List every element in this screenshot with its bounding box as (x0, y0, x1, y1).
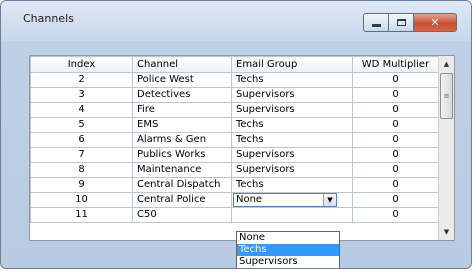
table-row[interactable]: 5 EMS Techs 0 (30, 117, 438, 133)
cell-index[interactable]: 6 (30, 132, 133, 148)
window-controls: ✕ (363, 13, 457, 32)
cell-wd-multiplier[interactable]: 0 (352, 72, 438, 88)
table-row[interactable]: 11 C50 0 (30, 207, 438, 223)
cell-channel[interactable]: Detectives (132, 87, 232, 103)
cell-wd-multiplier[interactable]: 0 (352, 192, 438, 208)
scroll-down-button[interactable]: ▼ (439, 224, 454, 240)
vertical-scrollbar[interactable]: ▲ ≡ ▼ (438, 56, 454, 240)
maximize-icon (396, 19, 406, 26)
cell-index[interactable]: 10 (30, 192, 133, 208)
cell-wd-multiplier[interactable]: 0 (352, 207, 438, 223)
arrow-down-icon: ▼ (443, 228, 450, 236)
cell-index[interactable]: 8 (30, 162, 133, 178)
dropdown-option-techs[interactable]: Techs (237, 244, 339, 256)
dropdown-option-none[interactable]: None (237, 232, 339, 244)
channels-table: Index Channel Email Group WD Multiplier … (30, 56, 438, 223)
table-row[interactable]: 7 Publics Works Supervisors 0 (30, 147, 438, 163)
cell-channel[interactable]: EMS (132, 117, 232, 133)
cell-email-group[interactable]: None ▼ (231, 192, 353, 208)
combobox-value: None (236, 194, 263, 205)
table-row[interactable]: 8 Maintenance Supervisors 0 (30, 162, 438, 178)
email-group-dropdown-list: None Techs Supervisors (236, 231, 340, 268)
table-row[interactable]: 10 Central Police None ▼ 0 (30, 192, 438, 208)
scroll-thumb[interactable]: ≡ (440, 73, 453, 119)
column-header-wd-multiplier[interactable]: WD Multiplier (352, 56, 438, 73)
cell-wd-multiplier[interactable]: 0 (352, 147, 438, 163)
cell-email-group[interactable]: Techs (231, 72, 353, 88)
cell-email-group[interactable]: Supervisors (231, 162, 353, 178)
cell-index[interactable]: 4 (30, 102, 133, 118)
minimize-icon (371, 23, 381, 27)
cell-channel[interactable]: Publics Works (132, 147, 232, 163)
table-row[interactable]: 2 Police West Techs 0 (30, 72, 438, 88)
cell-channel[interactable]: Maintenance (132, 162, 232, 178)
cell-email-group[interactable]: Techs (231, 132, 353, 148)
column-header-channel[interactable]: Channel (132, 56, 232, 73)
cell-index[interactable]: 11 (30, 207, 133, 223)
column-header-index[interactable]: Index (30, 56, 133, 73)
table-row[interactable]: 3 Detectives Supervisors 0 (30, 87, 438, 103)
scroll-up-button[interactable]: ▲ (439, 56, 454, 72)
cell-channel[interactable]: Central Dispatch (132, 177, 232, 193)
chevron-down-icon: ▼ (327, 196, 333, 204)
minimize-button[interactable] (363, 13, 389, 32)
cell-email-group[interactable]: Supervisors (231, 87, 353, 103)
channels-window: Channels ✕ Index Channel Email Group WD … (0, 0, 472, 269)
cell-index[interactable]: 3 (30, 87, 133, 103)
header-row: Index Channel Email Group WD Multiplier (30, 56, 438, 73)
cell-email-group[interactable]: Techs (231, 177, 353, 193)
cell-wd-multiplier[interactable]: 0 (352, 87, 438, 103)
cell-channel[interactable]: C50 (132, 207, 232, 223)
close-icon: ✕ (430, 16, 440, 29)
grip-icon: ≡ (443, 92, 450, 100)
cell-wd-multiplier[interactable]: 0 (352, 177, 438, 193)
cell-channel[interactable]: Central Police (132, 192, 232, 208)
channels-grid-container: Index Channel Email Group WD Multiplier … (29, 55, 455, 241)
cell-index[interactable]: 2 (30, 72, 133, 88)
close-button[interactable]: ✕ (414, 13, 457, 32)
cell-email-group[interactable] (231, 207, 353, 223)
cell-email-group[interactable]: Techs (231, 117, 353, 133)
cell-index[interactable]: 5 (30, 117, 133, 133)
dropdown-option-supervisors[interactable]: Supervisors (237, 256, 339, 268)
table-row[interactable]: 6 Alarms & Gen Techs 0 (30, 132, 438, 148)
column-header-email-group[interactable]: Email Group (231, 56, 353, 73)
arrow-up-icon: ▲ (443, 60, 450, 68)
cell-channel[interactable]: Alarms & Gen (132, 132, 232, 148)
table-row[interactable]: 9 Central Dispatch Techs 0 (30, 177, 438, 193)
window-title: Channels (23, 12, 74, 25)
cell-index[interactable]: 7 (30, 147, 133, 163)
cell-wd-multiplier[interactable]: 0 (352, 162, 438, 178)
cell-index[interactable]: 9 (30, 177, 133, 193)
channels-grid: Index Channel Email Group WD Multiplier … (30, 56, 438, 240)
cell-wd-multiplier[interactable]: 0 (352, 102, 438, 118)
cell-channel[interactable]: Police West (132, 72, 232, 88)
table-row[interactable]: 4 Fire Supervisors 0 (30, 102, 438, 118)
email-group-combobox[interactable]: None ▼ (233, 193, 337, 207)
cell-wd-multiplier[interactable]: 0 (352, 117, 438, 133)
cell-channel[interactable]: Fire (132, 102, 232, 118)
title-bar[interactable]: Channels ✕ (1, 1, 471, 41)
maximize-button[interactable] (389, 13, 414, 32)
cell-wd-multiplier[interactable]: 0 (352, 132, 438, 148)
cell-email-group[interactable]: Supervisors (231, 147, 353, 163)
combobox-dropdown-button[interactable]: ▼ (323, 194, 336, 206)
cell-email-group[interactable]: Supervisors (231, 102, 353, 118)
